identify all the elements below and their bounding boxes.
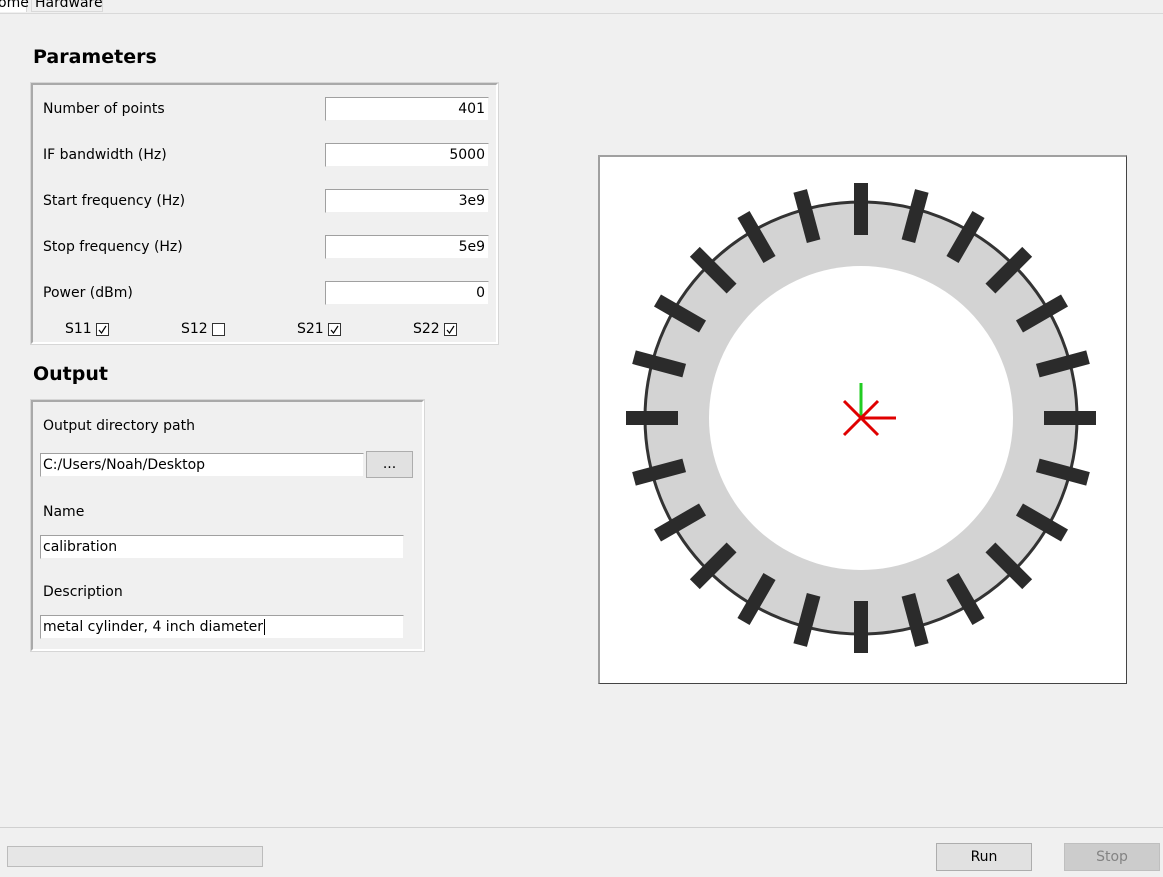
antenna-array-viewer[interactable] (598, 155, 1127, 684)
if-bandwidth-input[interactable]: 5000 (325, 143, 489, 167)
start-frequency-input[interactable]: 3e9 (325, 189, 489, 213)
name-label: Name (43, 504, 85, 520)
s12-checkbox-group[interactable]: S12 (181, 321, 225, 337)
power-label: Power (dBm) (43, 285, 133, 301)
num-points-input[interactable]: 401 (325, 97, 489, 121)
antenna-element (1044, 411, 1096, 425)
output-dir-label: Output directory path (43, 418, 195, 434)
bottom-separator (0, 827, 1163, 828)
s11-checkbox-group[interactable]: S11 (65, 321, 109, 337)
output-title: Output (33, 363, 108, 385)
s11-checkbox[interactable] (95, 322, 109, 336)
output-group: Output directory path C:/Users/Noah/Desk… (30, 399, 425, 652)
s12-checkbox[interactable] (211, 322, 225, 336)
antenna-array-canvas (626, 183, 1096, 653)
browse-button[interactable]: ... (366, 451, 413, 478)
stop-frequency-input[interactable]: 5e9 (325, 235, 489, 259)
progress-bar (7, 846, 263, 867)
antenna-element (854, 601, 868, 653)
s11-label: S11 (65, 321, 92, 337)
antenna-element (854, 183, 868, 235)
antenna-element (626, 411, 678, 425)
s22-checkbox[interactable] (443, 322, 457, 336)
stop-frequency-label: Stop frequency (Hz) (43, 239, 183, 255)
s21-label: S21 (297, 321, 324, 337)
power-input[interactable]: 0 (325, 281, 489, 305)
parameters-title: Parameters (33, 46, 157, 68)
description-input[interactable]: metal cylinder, 4 inch diameter (40, 615, 404, 639)
s22-checkbox-group[interactable]: S22 (413, 321, 457, 337)
s21-checkbox[interactable] (327, 322, 341, 336)
checkmark-icon (446, 325, 455, 334)
s21-checkbox-group[interactable]: S21 (297, 321, 341, 337)
start-frequency-label: Start frequency (Hz) (43, 193, 186, 209)
s22-label: S22 (413, 321, 440, 337)
stop-button[interactable]: Stop (1064, 843, 1160, 871)
name-input[interactable]: calibration (40, 535, 404, 559)
tab-bar: ome Hardware (0, 0, 1163, 14)
parameters-group: Number of points 401 IF bandwidth (Hz) 5… (30, 82, 499, 345)
if-bandwidth-label: IF bandwidth (Hz) (43, 147, 167, 163)
num-points-label: Number of points (43, 101, 165, 117)
s12-label: S12 (181, 321, 208, 337)
description-label: Description (43, 584, 123, 600)
run-button[interactable]: Run (936, 843, 1032, 871)
description-text: metal cylinder, 4 inch diameter (43, 619, 264, 635)
tab-home[interactable]: ome (0, 0, 29, 12)
output-dir-input[interactable]: C:/Users/Noah/Desktop (40, 453, 364, 477)
text-caret (264, 619, 266, 635)
checkmark-icon (98, 325, 107, 334)
tab-hardware[interactable]: Hardware (31, 0, 103, 12)
checkmark-icon (330, 325, 339, 334)
